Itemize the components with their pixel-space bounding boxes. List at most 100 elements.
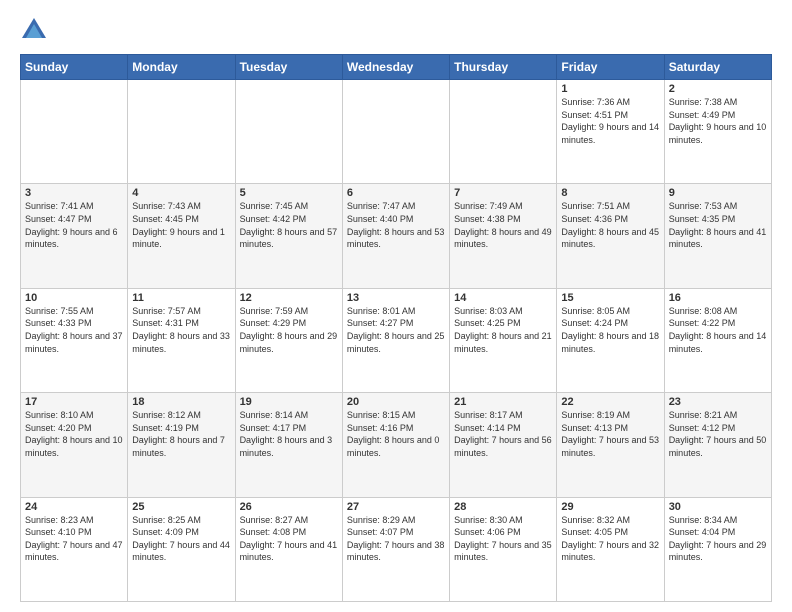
day-cell: 2Sunrise: 7:38 AM Sunset: 4:49 PM Daylig… [664,80,771,184]
day-info: Sunrise: 7:59 AM Sunset: 4:29 PM Dayligh… [240,305,338,355]
day-info: Sunrise: 8:32 AM Sunset: 4:05 PM Dayligh… [561,514,659,564]
week-row-4: 24Sunrise: 8:23 AM Sunset: 4:10 PM Dayli… [21,497,772,601]
day-info: Sunrise: 7:45 AM Sunset: 4:42 PM Dayligh… [240,200,338,250]
day-header-wednesday: Wednesday [342,55,449,80]
day-info: Sunrise: 8:17 AM Sunset: 4:14 PM Dayligh… [454,409,552,459]
day-number: 24 [25,501,123,513]
day-info: Sunrise: 8:29 AM Sunset: 4:07 PM Dayligh… [347,514,445,564]
day-number: 29 [561,501,659,513]
day-info: Sunrise: 7:51 AM Sunset: 4:36 PM Dayligh… [561,200,659,250]
day-info: Sunrise: 8:27 AM Sunset: 4:08 PM Dayligh… [240,514,338,564]
calendar-table: SundayMondayTuesdayWednesdayThursdayFrid… [20,54,772,602]
day-cell: 13Sunrise: 8:01 AM Sunset: 4:27 PM Dayli… [342,288,449,392]
day-cell: 8Sunrise: 7:51 AM Sunset: 4:36 PM Daylig… [557,184,664,288]
day-cell [21,80,128,184]
day-header-thursday: Thursday [450,55,557,80]
day-info: Sunrise: 8:19 AM Sunset: 4:13 PM Dayligh… [561,409,659,459]
day-info: Sunrise: 8:34 AM Sunset: 4:04 PM Dayligh… [669,514,767,564]
day-info: Sunrise: 7:41 AM Sunset: 4:47 PM Dayligh… [25,200,123,250]
day-info: Sunrise: 8:25 AM Sunset: 4:09 PM Dayligh… [132,514,230,564]
day-number: 18 [132,396,230,408]
day-info: Sunrise: 8:08 AM Sunset: 4:22 PM Dayligh… [669,305,767,355]
day-cell: 25Sunrise: 8:25 AM Sunset: 4:09 PM Dayli… [128,497,235,601]
day-cell: 21Sunrise: 8:17 AM Sunset: 4:14 PM Dayli… [450,393,557,497]
day-info: Sunrise: 8:21 AM Sunset: 4:12 PM Dayligh… [669,409,767,459]
day-cell: 20Sunrise: 8:15 AM Sunset: 4:16 PM Dayli… [342,393,449,497]
day-cell: 5Sunrise: 7:45 AM Sunset: 4:42 PM Daylig… [235,184,342,288]
day-number: 7 [454,187,552,199]
week-row-1: 3Sunrise: 7:41 AM Sunset: 4:47 PM Daylig… [21,184,772,288]
day-cell: 28Sunrise: 8:30 AM Sunset: 4:06 PM Dayli… [450,497,557,601]
day-cell: 30Sunrise: 8:34 AM Sunset: 4:04 PM Dayli… [664,497,771,601]
day-cell: 10Sunrise: 7:55 AM Sunset: 4:33 PM Dayli… [21,288,128,392]
day-number: 6 [347,187,445,199]
day-number: 19 [240,396,338,408]
day-cell: 17Sunrise: 8:10 AM Sunset: 4:20 PM Dayli… [21,393,128,497]
day-cell: 15Sunrise: 8:05 AM Sunset: 4:24 PM Dayli… [557,288,664,392]
day-number: 22 [561,396,659,408]
week-row-2: 10Sunrise: 7:55 AM Sunset: 4:33 PM Dayli… [21,288,772,392]
day-info: Sunrise: 8:03 AM Sunset: 4:25 PM Dayligh… [454,305,552,355]
day-info: Sunrise: 8:05 AM Sunset: 4:24 PM Dayligh… [561,305,659,355]
calendar-header: SundayMondayTuesdayWednesdayThursdayFrid… [21,55,772,80]
day-cell: 19Sunrise: 8:14 AM Sunset: 4:17 PM Dayli… [235,393,342,497]
day-cell: 16Sunrise: 8:08 AM Sunset: 4:22 PM Dayli… [664,288,771,392]
day-cell [235,80,342,184]
logo [20,16,52,44]
day-number: 21 [454,396,552,408]
day-number: 4 [132,187,230,199]
day-header-saturday: Saturday [664,55,771,80]
day-number: 13 [347,292,445,304]
day-info: Sunrise: 8:10 AM Sunset: 4:20 PM Dayligh… [25,409,123,459]
day-number: 20 [347,396,445,408]
day-cell: 24Sunrise: 8:23 AM Sunset: 4:10 PM Dayli… [21,497,128,601]
day-cell: 23Sunrise: 8:21 AM Sunset: 4:12 PM Dayli… [664,393,771,497]
day-number: 15 [561,292,659,304]
day-cell: 11Sunrise: 7:57 AM Sunset: 4:31 PM Dayli… [128,288,235,392]
day-number: 10 [25,292,123,304]
day-cell: 26Sunrise: 8:27 AM Sunset: 4:08 PM Dayli… [235,497,342,601]
day-info: Sunrise: 7:55 AM Sunset: 4:33 PM Dayligh… [25,305,123,355]
day-cell: 3Sunrise: 7:41 AM Sunset: 4:47 PM Daylig… [21,184,128,288]
day-info: Sunrise: 8:14 AM Sunset: 4:17 PM Dayligh… [240,409,338,459]
day-cell: 9Sunrise: 7:53 AM Sunset: 4:35 PM Daylig… [664,184,771,288]
day-header-friday: Friday [557,55,664,80]
page: SundayMondayTuesdayWednesdayThursdayFrid… [0,0,792,612]
header-row: SundayMondayTuesdayWednesdayThursdayFrid… [21,55,772,80]
day-number: 25 [132,501,230,513]
day-info: Sunrise: 7:43 AM Sunset: 4:45 PM Dayligh… [132,200,230,250]
day-number: 2 [669,83,767,95]
day-info: Sunrise: 8:12 AM Sunset: 4:19 PM Dayligh… [132,409,230,459]
day-cell: 14Sunrise: 8:03 AM Sunset: 4:25 PM Dayli… [450,288,557,392]
day-number: 17 [25,396,123,408]
day-info: Sunrise: 8:15 AM Sunset: 4:16 PM Dayligh… [347,409,445,459]
day-number: 9 [669,187,767,199]
day-info: Sunrise: 8:30 AM Sunset: 4:06 PM Dayligh… [454,514,552,564]
day-info: Sunrise: 7:49 AM Sunset: 4:38 PM Dayligh… [454,200,552,250]
day-cell: 12Sunrise: 7:59 AM Sunset: 4:29 PM Dayli… [235,288,342,392]
day-header-monday: Monday [128,55,235,80]
day-number: 30 [669,501,767,513]
day-info: Sunrise: 7:36 AM Sunset: 4:51 PM Dayligh… [561,96,659,146]
calendar-body: 1Sunrise: 7:36 AM Sunset: 4:51 PM Daylig… [21,80,772,602]
day-cell: 6Sunrise: 7:47 AM Sunset: 4:40 PM Daylig… [342,184,449,288]
day-number: 28 [454,501,552,513]
week-row-3: 17Sunrise: 8:10 AM Sunset: 4:20 PM Dayli… [21,393,772,497]
day-cell: 27Sunrise: 8:29 AM Sunset: 4:07 PM Dayli… [342,497,449,601]
day-number: 26 [240,501,338,513]
day-number: 23 [669,396,767,408]
day-cell: 22Sunrise: 8:19 AM Sunset: 4:13 PM Dayli… [557,393,664,497]
day-info: Sunrise: 8:01 AM Sunset: 4:27 PM Dayligh… [347,305,445,355]
day-header-tuesday: Tuesday [235,55,342,80]
day-number: 27 [347,501,445,513]
day-cell: 7Sunrise: 7:49 AM Sunset: 4:38 PM Daylig… [450,184,557,288]
day-info: Sunrise: 7:57 AM Sunset: 4:31 PM Dayligh… [132,305,230,355]
logo-icon [20,16,48,44]
day-cell [450,80,557,184]
header [20,16,772,44]
day-cell: 1Sunrise: 7:36 AM Sunset: 4:51 PM Daylig… [557,80,664,184]
day-info: Sunrise: 7:53 AM Sunset: 4:35 PM Dayligh… [669,200,767,250]
day-cell [342,80,449,184]
day-number: 8 [561,187,659,199]
day-number: 14 [454,292,552,304]
